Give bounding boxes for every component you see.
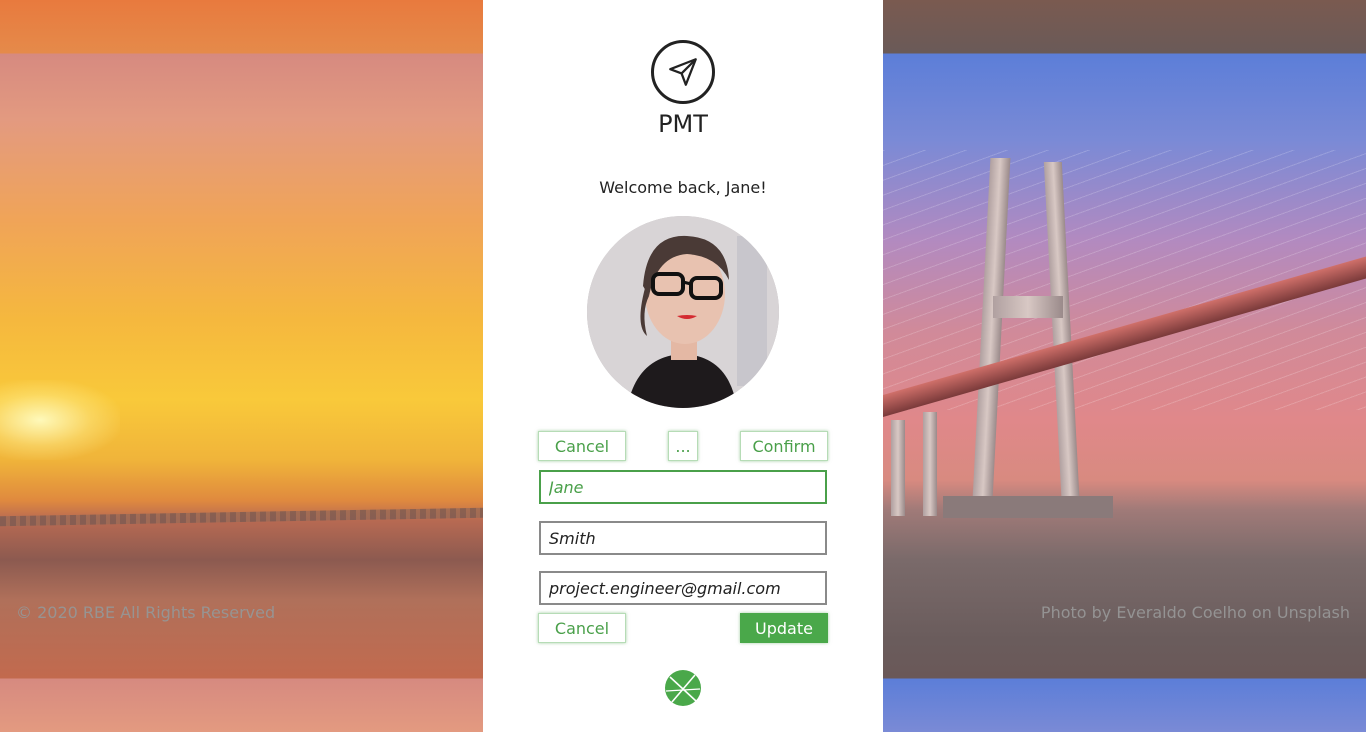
profile-card: PMT Welcome back, Jane! Cancel ... Confi… bbox=[483, 0, 883, 732]
first-name-field[interactable] bbox=[539, 470, 827, 504]
background-sunset-photo bbox=[0, 0, 483, 732]
app-title: PMT bbox=[658, 110, 708, 138]
photo-credit-text: Photo by Everaldo Coelho on Unsplash bbox=[1040, 603, 1350, 622]
bottom-cancel-button[interactable]: Cancel bbox=[538, 613, 626, 643]
circle-x-logo-icon[interactable] bbox=[664, 669, 702, 707]
paper-plane-icon bbox=[651, 40, 715, 104]
last-name-field[interactable] bbox=[539, 521, 827, 555]
welcome-message: Welcome back, Jane! bbox=[599, 178, 767, 197]
more-options-button[interactable]: ... bbox=[668, 431, 698, 461]
bridge-pier bbox=[923, 412, 937, 516]
distant-bridge bbox=[0, 507, 483, 527]
email-field[interactable] bbox=[539, 571, 827, 605]
bridge-base bbox=[943, 496, 1113, 518]
top-cancel-button[interactable]: Cancel bbox=[538, 431, 626, 461]
bridge-crossbeam bbox=[993, 296, 1063, 318]
bridge-pier bbox=[891, 420, 905, 516]
copyright-text: © 2020 RBE All Rights Reserved bbox=[16, 603, 276, 622]
confirm-button[interactable]: Confirm bbox=[740, 431, 828, 461]
avatar bbox=[587, 216, 779, 408]
sun-glow bbox=[0, 380, 120, 460]
background-bridge-photo bbox=[883, 0, 1366, 732]
update-button[interactable]: Update bbox=[740, 613, 828, 643]
